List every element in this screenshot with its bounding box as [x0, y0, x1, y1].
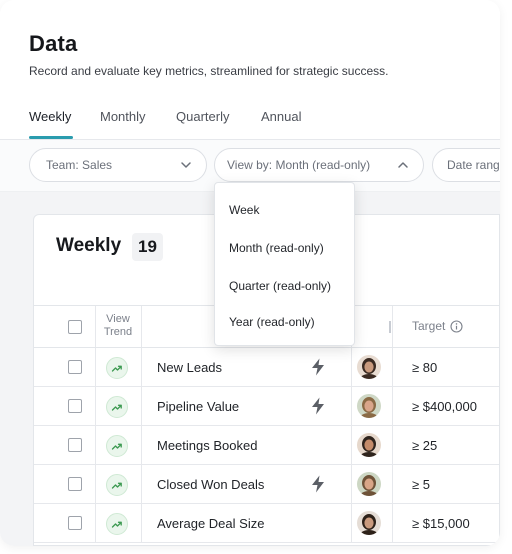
view-trend-button[interactable]: [106, 396, 128, 418]
metric-name[interactable]: Closed Won Deals: [157, 477, 264, 492]
tab-weekly[interactable]: Weekly: [29, 109, 71, 124]
view-by-filter-label: View by: Month (read-only): [227, 158, 371, 172]
owner-avatar[interactable]: [357, 472, 381, 496]
page-subtitle: Record and evaluate key metrics, streaml…: [29, 64, 389, 78]
row-checkbox[interactable]: [68, 399, 82, 413]
view-by-option-quarter[interactable]: Quarter (read-only): [229, 279, 331, 293]
target-value: ≥ $400,000: [412, 399, 477, 414]
target-header-label: Target: [412, 319, 446, 333]
trend-up-icon: [111, 521, 122, 528]
view-by-option-year[interactable]: Year (read-only): [229, 315, 315, 329]
owner-avatar[interactable]: [357, 433, 381, 457]
table-title: Weekly: [56, 235, 122, 256]
table-row[interactable]: New Leads ≥ 80: [34, 348, 499, 387]
view-by-menu: Week Month (read-only) Quarter (read-onl…: [214, 182, 355, 346]
view-trend-button[interactable]: [106, 474, 128, 496]
table-row[interactable]: Pipeline Value ≥ $400,000: [34, 387, 499, 426]
view-trend-button[interactable]: [106, 435, 128, 457]
date-range-filter-label: Date rang: [447, 158, 500, 172]
owner-avatar[interactable]: [357, 355, 381, 379]
trend-up-icon: [111, 404, 122, 411]
table-row[interactable]: Closed Won Deals ≥ 5: [34, 465, 499, 504]
metric-name[interactable]: Pipeline Value: [157, 399, 239, 414]
table-row[interactable]: Meetings Booked ≥ 25: [34, 426, 499, 465]
owner-avatar[interactable]: [357, 511, 381, 535]
period-tabs: Weekly Monthly Quarterly Annual: [0, 100, 500, 140]
tab-quarterly[interactable]: Quarterly: [176, 109, 229, 124]
row-checkbox[interactable]: [68, 360, 82, 374]
target-value: ≥ $15,000: [412, 516, 470, 531]
view-by-filter[interactable]: View by: Month (read-only): [214, 148, 424, 182]
view-trend-button[interactable]: [106, 513, 128, 535]
view-trend-button[interactable]: [106, 357, 128, 379]
select-all-checkbox[interactable]: [68, 320, 82, 334]
metric-count-badge: 19: [132, 233, 163, 261]
row-checkbox[interactable]: [68, 477, 82, 491]
info-icon[interactable]: [450, 319, 463, 333]
column-resize-handle[interactable]: [389, 321, 391, 333]
target-value: ≥ 25: [412, 438, 438, 453]
chevron-up-icon: [398, 162, 408, 168]
lightning-bolt-icon: [312, 358, 324, 376]
target-header: Target: [412, 319, 463, 333]
metric-name[interactable]: Meetings Booked: [157, 438, 257, 453]
tab-monthly[interactable]: Monthly: [100, 109, 146, 124]
lightning-bolt-icon: [312, 475, 324, 493]
chevron-down-icon: [181, 162, 191, 168]
page-header: Data Record and evaluate key metrics, st…: [0, 0, 500, 140]
table-row[interactable]: Average Deal Size ≥ $15,000: [34, 504, 499, 543]
target-value: ≥ 5: [412, 477, 430, 492]
row-checkbox[interactable]: [68, 516, 82, 530]
tab-annual[interactable]: Annual: [261, 109, 301, 124]
team-filter-label: Team: Sales: [46, 158, 113, 172]
team-filter[interactable]: Team: Sales: [29, 148, 207, 182]
trend-up-icon: [111, 443, 122, 450]
row-checkbox[interactable]: [68, 438, 82, 452]
metric-name[interactable]: Average Deal Size: [157, 516, 264, 531]
target-value: ≥ 80: [412, 360, 438, 375]
metric-name[interactable]: New Leads: [157, 360, 222, 375]
data-page-card: Data Record and evaluate key metrics, st…: [0, 0, 500, 546]
lightning-bolt-icon: [312, 397, 324, 415]
date-range-filter[interactable]: Date rang: [432, 148, 500, 182]
view-by-option-week[interactable]: Week: [229, 203, 259, 217]
page-title: Data: [29, 31, 78, 56]
view-by-option-month[interactable]: Month (read-only): [229, 241, 324, 255]
trend-up-icon: [111, 482, 122, 489]
trend-up-icon: [111, 365, 122, 372]
owner-avatar[interactable]: [357, 394, 381, 418]
active-tab-indicator: [29, 136, 73, 139]
view-trend-header: View Trend: [103, 313, 133, 338]
